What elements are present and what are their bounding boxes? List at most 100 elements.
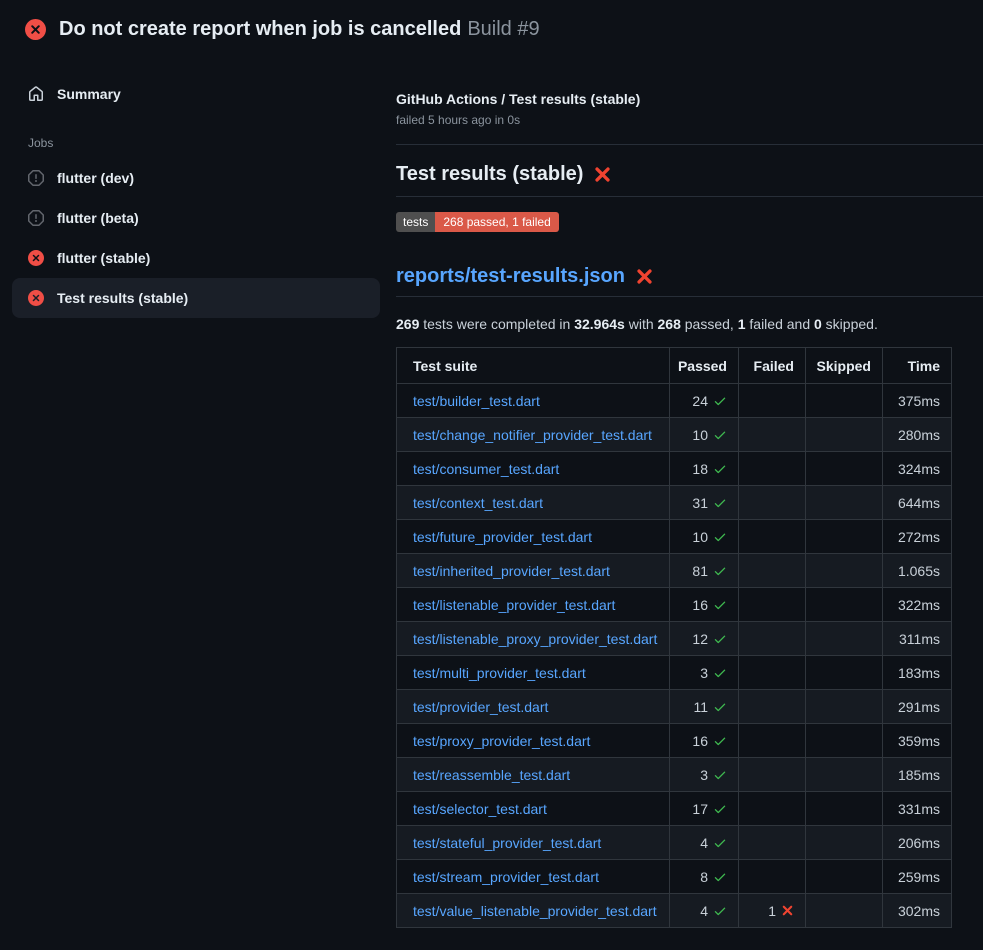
sidebar-job-item[interactable]: flutter (dev) xyxy=(12,158,380,198)
check-icon xyxy=(713,598,727,612)
table-row: test/consumer_test.dart18324ms xyxy=(397,452,952,486)
failed-cell xyxy=(739,588,806,622)
suite-cell: test/proxy_provider_test.dart xyxy=(397,724,670,758)
test-suite-link[interactable]: test/builder_test.dart xyxy=(413,393,540,409)
table-row: test/provider_test.dart11291ms xyxy=(397,690,952,724)
test-results-table: Test suitePassedFailedSkippedTime test/b… xyxy=(396,347,952,928)
test-suite-link[interactable]: test/provider_test.dart xyxy=(413,699,548,715)
skipped-cell xyxy=(806,724,883,758)
table-row: test/change_notifier_provider_test.dart1… xyxy=(397,418,952,452)
skipped-cell xyxy=(806,588,883,622)
test-suite-link[interactable]: test/proxy_provider_test.dart xyxy=(413,733,590,749)
home-icon xyxy=(28,86,44,102)
test-suite-link[interactable]: test/reassemble_test.dart xyxy=(413,767,570,783)
passed-cell: 3 xyxy=(670,758,739,792)
table-row: test/stream_provider_test.dart8259ms xyxy=(397,860,952,894)
sidebar-job-item[interactable]: flutter (stable) xyxy=(12,238,380,278)
divider xyxy=(396,144,983,145)
failed-cell: 1 xyxy=(739,894,806,928)
check-icon xyxy=(713,836,727,850)
skipped-cell xyxy=(806,486,883,520)
table-body: test/builder_test.dart24375mstest/change… xyxy=(397,384,952,928)
suite-cell: test/future_provider_test.dart xyxy=(397,520,670,554)
skipped-cell xyxy=(806,860,883,894)
test-suite-link[interactable]: test/consumer_test.dart xyxy=(413,461,559,477)
passed-count: 12 xyxy=(692,631,708,647)
test-suite-link[interactable]: test/multi_provider_test.dart xyxy=(413,665,586,681)
check-icon xyxy=(713,462,727,476)
passed-count: 11 xyxy=(693,699,708,715)
breadcrumb: GitHub Actions / Test results (stable) xyxy=(396,91,983,107)
sidebar-job-item[interactable]: flutter (beta) xyxy=(12,198,380,238)
failed-cell xyxy=(739,520,806,554)
time-cell: 322ms xyxy=(883,588,952,622)
test-suite-link[interactable]: test/value_listenable_provider_test.dart xyxy=(413,903,657,919)
passed-cell: 4 xyxy=(670,826,739,860)
test-suite-link[interactable]: test/listenable_provider_test.dart xyxy=(413,597,615,613)
failed-cell xyxy=(739,724,806,758)
summary-number: 268 xyxy=(658,316,681,332)
suite-cell: test/provider_test.dart xyxy=(397,690,670,724)
suite-cell: test/stream_provider_test.dart xyxy=(397,860,670,894)
time-cell: 359ms xyxy=(883,724,952,758)
check-icon xyxy=(713,870,727,884)
summary-text: tests were completed in xyxy=(419,316,574,332)
failed-status-icon xyxy=(25,19,46,40)
check-icon xyxy=(713,496,727,510)
table-row: test/builder_test.dart24375ms xyxy=(397,384,952,418)
test-suite-link[interactable]: test/stream_provider_test.dart xyxy=(413,869,599,885)
suite-cell: test/listenable_provider_test.dart xyxy=(397,588,670,622)
column-header: Test suite xyxy=(397,348,670,384)
skipped-cell xyxy=(806,452,883,486)
passed-count: 16 xyxy=(692,733,708,749)
test-suite-link[interactable]: test/listenable_proxy_provider_test.dart xyxy=(413,631,657,647)
test-suite-link[interactable]: test/selector_test.dart xyxy=(413,801,547,817)
skipped-cell xyxy=(806,826,883,860)
skipped-cell xyxy=(806,418,883,452)
time-cell: 206ms xyxy=(883,826,952,860)
table-row: test/context_test.dart31644ms xyxy=(397,486,952,520)
sidebar-item-summary[interactable]: Summary xyxy=(12,79,380,109)
failed-cell xyxy=(739,656,806,690)
passed-cell: 16 xyxy=(670,724,739,758)
passed-cell: 10 xyxy=(670,520,739,554)
passed-cell: 24 xyxy=(670,384,739,418)
skipped-cell xyxy=(806,792,883,826)
passed-cell: 16 xyxy=(670,588,739,622)
build-number: Build #9 xyxy=(467,18,539,40)
time-cell: 331ms xyxy=(883,792,952,826)
test-suite-link[interactable]: test/context_test.dart xyxy=(413,495,543,511)
main-content: GitHub Actions / Test results (stable) f… xyxy=(396,55,983,928)
check-icon xyxy=(713,700,727,714)
job-label: flutter (dev) xyxy=(57,170,134,186)
skipped-cell xyxy=(806,520,883,554)
check-icon xyxy=(713,904,727,918)
sidebar: Summary Jobs flutter (dev)flutter (beta)… xyxy=(0,55,396,318)
test-suite-link[interactable]: test/change_notifier_provider_test.dart xyxy=(413,427,652,443)
failed-icon xyxy=(28,250,44,266)
tests-status-badge: tests 268 passed, 1 failed xyxy=(396,212,559,232)
failed-cell xyxy=(739,860,806,894)
table-row: test/reassemble_test.dart 3 185ms xyxy=(397,758,952,792)
suite-cell: test/stateful_provider_test.dart xyxy=(397,826,670,860)
passed-count: 24 xyxy=(692,393,708,409)
suite-cell: test/value_listenable_provider_test.dart xyxy=(397,894,670,928)
suite-cell: test/inherited_provider_test.dart xyxy=(397,554,670,588)
passed-count: 4 xyxy=(700,903,708,919)
suite-cell: test/context_test.dart xyxy=(397,486,670,520)
passed-count: 3 xyxy=(700,767,708,783)
test-suite-link[interactable]: test/stateful_provider_test.dart xyxy=(413,835,601,851)
check-icon xyxy=(713,428,727,442)
report-file-link[interactable]: reports/test-results.json xyxy=(396,265,625,288)
failed-cell xyxy=(739,418,806,452)
job-label: flutter (stable) xyxy=(57,250,150,266)
sidebar-job-item[interactable]: Test results (stable) xyxy=(12,278,380,318)
test-suite-link[interactable]: test/future_provider_test.dart xyxy=(413,529,592,545)
table-row: test/value_listenable_provider_test.dart… xyxy=(397,894,952,928)
summary-number: 1 xyxy=(738,316,746,332)
skipped-cell xyxy=(806,690,883,724)
test-suite-link[interactable]: test/inherited_provider_test.dart xyxy=(413,563,610,579)
time-cell: 185ms xyxy=(883,758,952,792)
passed-cell: 8 xyxy=(670,860,739,894)
passed-cell: 18 xyxy=(670,452,739,486)
